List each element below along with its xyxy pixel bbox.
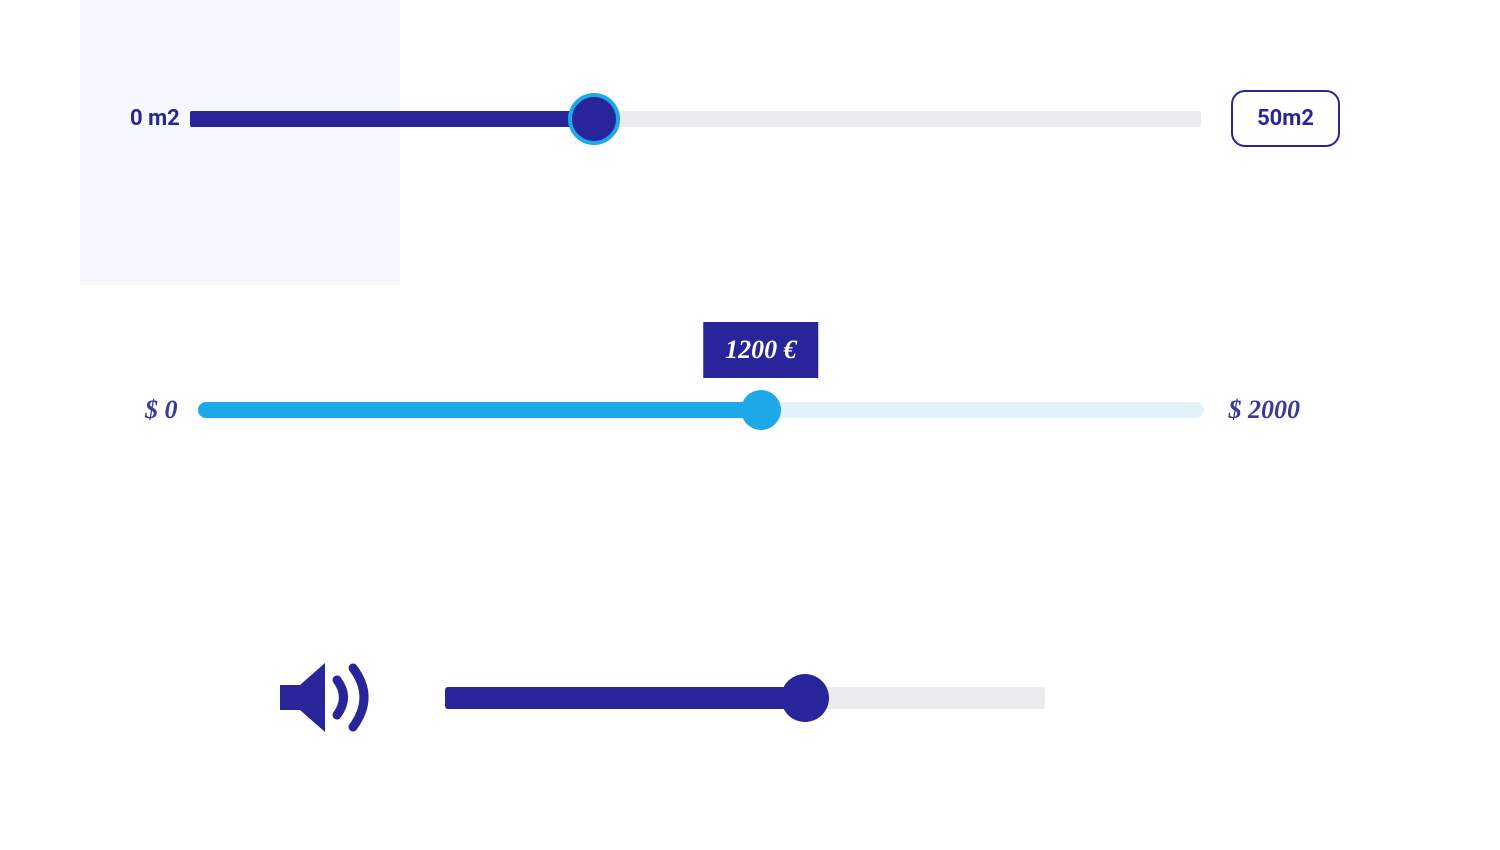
volume-slider-fill xyxy=(445,687,805,709)
area-slider-fill xyxy=(190,111,595,127)
price-slider-fill xyxy=(198,402,761,418)
area-slider-track[interactable] xyxy=(190,111,1201,127)
volume-slider xyxy=(275,650,1045,745)
price-tooltip-label: 1200 € xyxy=(725,335,797,364)
area-slider: 0 m2 50m2 xyxy=(130,90,1340,147)
price-tooltip: 1200 € xyxy=(703,322,819,378)
price-slider: $ 0 1200 € $ 2000 xyxy=(145,395,1300,425)
price-slider-track[interactable]: 1200 € xyxy=(198,402,1204,418)
volume-icon xyxy=(275,650,385,745)
area-min-label: 0 m2 xyxy=(130,106,180,131)
price-min-label: $ 0 xyxy=(145,395,178,425)
area-max-label: 50m2 xyxy=(1257,106,1314,131)
area-slider-thumb[interactable] xyxy=(568,93,620,145)
volume-slider-thumb[interactable] xyxy=(781,674,829,722)
volume-slider-track[interactable] xyxy=(445,687,1045,709)
area-max-box[interactable]: 50m2 xyxy=(1231,90,1340,147)
price-max-label: $ 2000 xyxy=(1229,395,1301,425)
price-slider-thumb[interactable] xyxy=(741,390,781,430)
